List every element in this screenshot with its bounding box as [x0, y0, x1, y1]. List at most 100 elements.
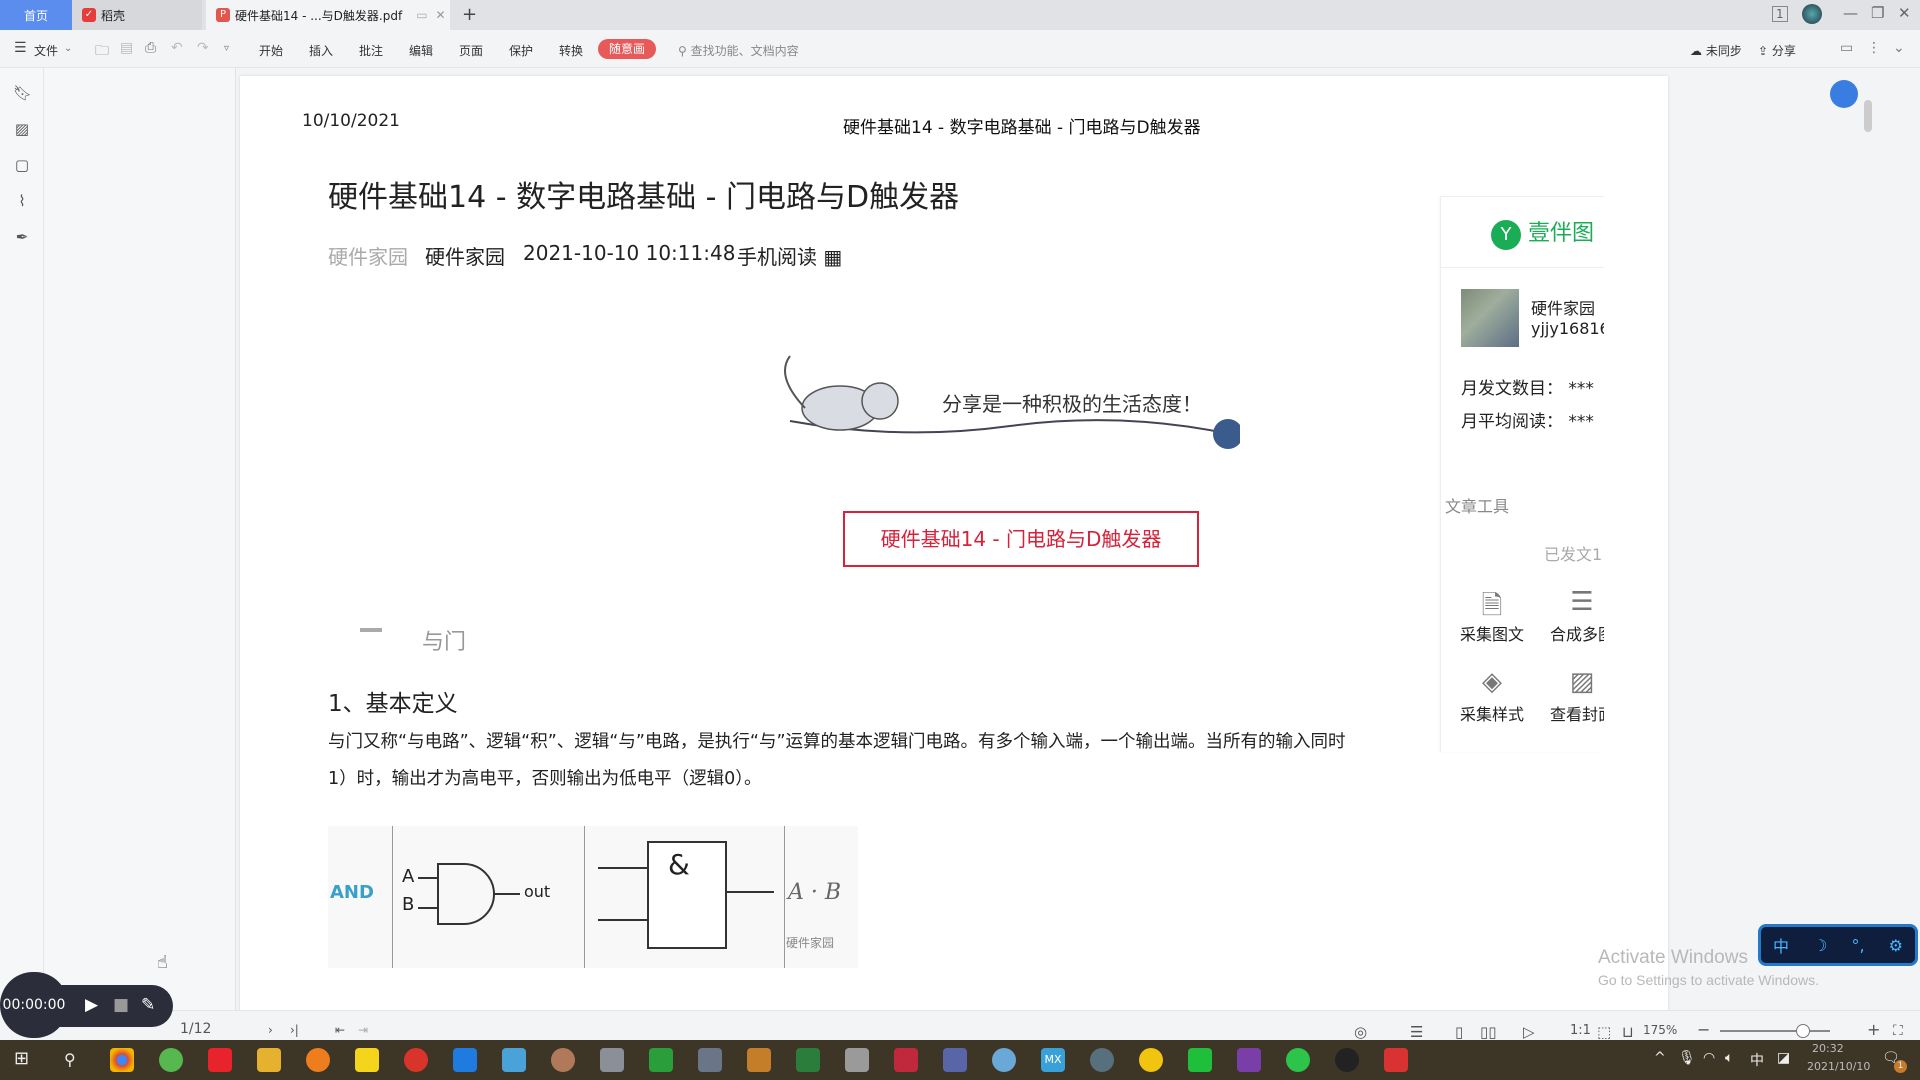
altium-app-icon[interactable]: [894, 1048, 918, 1072]
more-dropdown-icon[interactable]: ▿: [224, 43, 229, 54]
zoom-slider-track[interactable]: [1720, 1030, 1830, 1032]
zoom-slider-thumb[interactable]: [1795, 1024, 1810, 1038]
fullscreen-icon[interactable]: ⛶: [1893, 1023, 1903, 1039]
capture-app-icon[interactable]: [698, 1048, 722, 1072]
back-icon[interactable]: ⇤: [335, 1023, 345, 1037]
more-options-icon[interactable]: ⋮: [1867, 40, 1881, 56]
actual-size-icon[interactable]: 1:1: [1570, 1023, 1591, 1038]
redo-icon[interactable]: ↷: [197, 40, 209, 56]
image-app-icon[interactable]: [502, 1048, 526, 1072]
last-page-icon[interactable]: ›|: [290, 1023, 299, 1037]
browser-app-icon[interactable]: [404, 1048, 428, 1072]
print-icon[interactable]: ⎙: [145, 40, 156, 56]
chevron-down-icon[interactable]: ⌄: [64, 43, 72, 54]
pads-app-icon[interactable]: [747, 1048, 771, 1072]
doodle-button[interactable]: 随意画: [598, 39, 656, 59]
clock-time[interactable]: 20:32: [1812, 1042, 1844, 1055]
page-indicator[interactable]: 1/12: [180, 1021, 211, 1037]
minimize-button[interactable]: —: [1843, 4, 1858, 22]
fit-page-icon[interactable]: ⬚: [1597, 1023, 1611, 1041]
account-avatar[interactable]: [1461, 289, 1519, 347]
ie-app-icon[interactable]: [159, 1048, 183, 1072]
floating-assistant-icon[interactable]: [1830, 80, 1858, 108]
bookmark-icon[interactable]: 🔖︎: [13, 84, 32, 102]
play-slideshow-icon[interactable]: ▷: [1523, 1023, 1535, 1041]
qq-music-app-icon[interactable]: [1139, 1048, 1163, 1072]
next-page-icon[interactable]: ›: [268, 1023, 273, 1037]
menu-icon[interactable]: ☰: [14, 40, 27, 56]
tray-app-icon[interactable]: ◪: [1777, 1050, 1790, 1066]
building-app-icon[interactable]: [943, 1048, 967, 1072]
tray-input-language[interactable]: 中: [1750, 1050, 1764, 1070]
windows-start-icon[interactable]: ⊞: [14, 1048, 29, 1069]
single-page-icon[interactable]: ▯: [1455, 1023, 1463, 1041]
tool-app-icon[interactable]: [551, 1048, 575, 1072]
wifi-icon[interactable]: ◠: [1703, 1050, 1715, 1066]
sync-button[interactable]: ☁ 未同步: [1690, 42, 1742, 59]
attachment-icon[interactable]: ⌇: [13, 192, 31, 210]
punctuation-icon[interactable]: °,: [1851, 936, 1864, 955]
fit-width-icon[interactable]: ⊔: [1622, 1023, 1634, 1041]
tab-pdf-document[interactable]: P 硬件基础14 - ...与D触发器.pdf ▭ ✕: [206, 0, 450, 30]
zoom-out-button[interactable]: −: [1697, 1020, 1710, 1039]
visual-studio-app-icon[interactable]: [1237, 1048, 1261, 1072]
zoom-level[interactable]: 175%: [1643, 1023, 1677, 1037]
globe-app-icon[interactable]: [992, 1048, 1016, 1072]
close-tab-icon[interactable]: ✕: [436, 8, 446, 22]
eye-protection-icon[interactable]: ◎: [1354, 1023, 1367, 1041]
zoom-in-button[interactable]: +: [1867, 1020, 1880, 1039]
menu-convert[interactable]: 转换: [559, 42, 583, 59]
volume-icon[interactable]: 🔈︎: [1725, 1050, 1733, 1066]
continuous-scroll-icon[interactable]: ☰: [1410, 1023, 1423, 1041]
gear-icon[interactable]: ⚙: [1889, 936, 1903, 955]
file-explorer-icon[interactable]: [257, 1048, 281, 1072]
comment-panel-icon[interactable]: ▭: [1840, 40, 1853, 56]
tools-app-icon[interactable]: [845, 1048, 869, 1072]
search-input[interactable]: ⚲ 查找功能、文档内容: [678, 42, 799, 59]
tab-home[interactable]: 首页: [0, 0, 72, 30]
pen-icon[interactable]: ✎: [141, 995, 155, 1015]
iqiyi-app-icon[interactable]: [1188, 1048, 1212, 1072]
ime-toolbar[interactable]: 中 ☽ °, ⚙: [1758, 924, 1918, 966]
two-page-icon[interactable]: ▯▯: [1480, 1023, 1497, 1041]
menu-protect[interactable]: 保护: [509, 42, 533, 59]
window-count-badge[interactable]: 1: [1772, 6, 1788, 22]
open-folder-icon[interactable]: 🗀: [95, 40, 109, 64]
menu-edit[interactable]: 编辑: [409, 42, 433, 59]
utility-app-icon[interactable]: [1090, 1048, 1114, 1072]
tool-collect-style[interactable]: ◈ 采集样式: [1453, 667, 1531, 725]
wechat-app-icon[interactable]: [1286, 1048, 1310, 1072]
comment-icon[interactable]: ▢: [13, 156, 31, 174]
clock-date[interactable]: 2021/10/10: [1807, 1060, 1870, 1073]
tool-collect-article[interactable]: 🗎 采集图文: [1453, 587, 1531, 645]
search-icon[interactable]: ⚲: [64, 1050, 76, 1069]
settings-app-icon[interactable]: [600, 1048, 624, 1072]
mx-app-icon[interactable]: MX: [1041, 1048, 1065, 1072]
eda-app-icon[interactable]: [649, 1048, 673, 1072]
qq-app-icon[interactable]: [1335, 1048, 1359, 1072]
forward-icon[interactable]: ⇥: [358, 1023, 368, 1037]
vertical-scrollbar[interactable]: [1864, 100, 1872, 132]
microphone-icon[interactable]: 🎙︎: [1678, 1050, 1696, 1066]
new-tab-button[interactable]: +: [462, 4, 477, 25]
tab-daoke[interactable]: ✓ 稻壳: [72, 0, 202, 30]
save-icon[interactable]: ▤: [120, 40, 133, 56]
pin-icon[interactable]: ▭: [416, 8, 427, 22]
close-window-button[interactable]: ✕: [1898, 4, 1911, 22]
file-menu[interactable]: 文件: [34, 42, 58, 59]
menu-page[interactable]: 页面: [459, 42, 483, 59]
play-icon[interactable]: ▶: [85, 995, 98, 1015]
collapse-ribbon-icon[interactable]: ⌄: [1893, 40, 1905, 56]
notes-app-icon[interactable]: [355, 1048, 379, 1072]
restore-button[interactable]: ❐: [1871, 4, 1884, 22]
undo-icon[interactable]: ↶: [171, 40, 183, 56]
search-app-icon[interactable]: [306, 1048, 330, 1072]
tool-view-cover[interactable]: ▨ 查看封面: [1543, 667, 1604, 725]
moon-icon[interactable]: ☽: [1813, 936, 1827, 955]
youdao-app-icon[interactable]: [208, 1048, 232, 1072]
meta-author[interactable]: 硬件家园: [425, 241, 505, 270]
menu-insert[interactable]: 插入: [309, 42, 333, 59]
user-avatar[interactable]: [1802, 4, 1822, 24]
tool-merge-images[interactable]: ☰ 合成多图: [1543, 587, 1604, 645]
chrome-app-icon[interactable]: [110, 1048, 134, 1072]
